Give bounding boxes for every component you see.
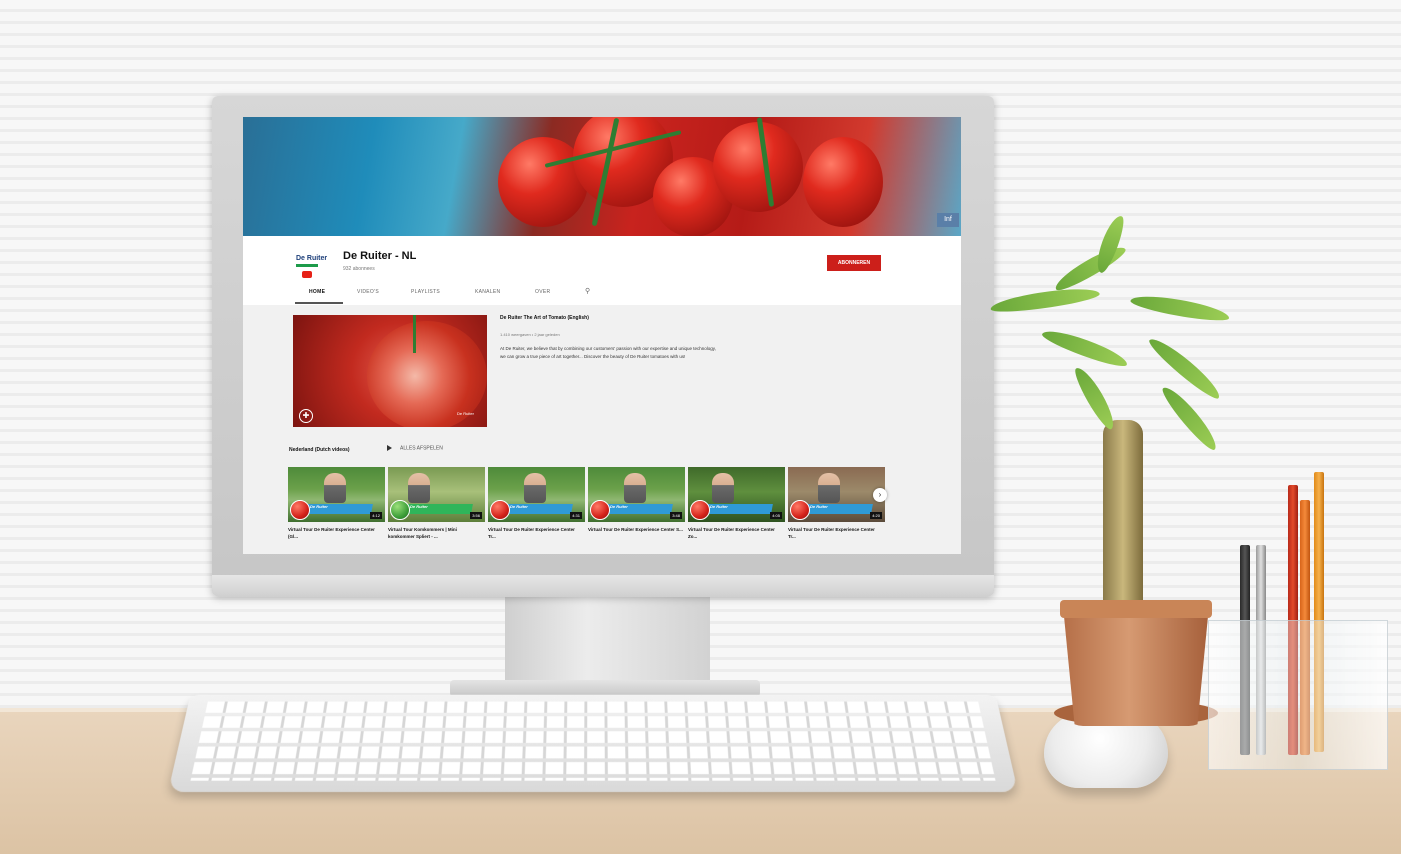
video-duration: 4:31 [570, 512, 582, 519]
thumbnail-strip-text: De Ruiter [410, 504, 428, 509]
youtube-icon [302, 271, 312, 278]
tomato-badge-icon [690, 500, 710, 520]
shelf-title[interactable]: Nederland (Dutch videos) [289, 447, 350, 453]
bayer-logo-icon: ✚ [299, 409, 313, 423]
search-icon[interactable]: ⚲ [585, 286, 590, 304]
thumbnail-strip-text: De Ruiter [810, 504, 828, 509]
presenter-image [624, 473, 646, 503]
video-thumbnail[interactable]: De Ruiter 3:56 [388, 467, 485, 522]
plant-leaf [1145, 333, 1224, 403]
tomato-badge-icon [290, 500, 310, 520]
thumbnail-watermark: De Ruiter [457, 411, 474, 416]
video-title[interactable]: Virtual Tour De Ruiter Experience Center… [688, 526, 783, 540]
video-duration: 4:12 [370, 512, 382, 519]
thumbnail-strip-text: De Ruiter [510, 504, 528, 509]
video-title[interactable]: Virtual Tour Komkommers | Mini komkommer… [388, 526, 483, 540]
plant-leaf [1129, 291, 1230, 324]
subscribe-button[interactable]: ABONNEREN [827, 255, 881, 271]
video-title[interactable]: Virtual Tour De Ruiter Experience Center… [788, 526, 883, 540]
plant-trunk [1103, 420, 1143, 608]
featured-video-description: At De Ruiter, we believe that by combini… [500, 345, 720, 361]
monitor-stand-neck [505, 596, 710, 684]
shelf-next-arrow-icon[interactable]: › [873, 488, 887, 502]
monitor-chin [212, 575, 994, 597]
tomato-badge-icon [390, 500, 410, 520]
video-title[interactable]: Virtual Tour De Ruiter Experience Center… [488, 526, 583, 540]
plant-pot [1063, 606, 1209, 726]
tab-videos[interactable]: VIDEO'S [357, 286, 379, 304]
banner-tomato [803, 137, 883, 227]
plant-leaf [1040, 325, 1130, 371]
video-thumbnail[interactable]: De Ruiter 4:05 [688, 467, 785, 522]
tab-channels[interactable]: KANALEN [475, 286, 500, 304]
plant-leaf [989, 284, 1100, 315]
plant-leaf [1092, 213, 1128, 275]
play-icon [387, 445, 392, 451]
keyboard-keys [190, 702, 995, 781]
channel-header: De Ruiter De Ruiter - NL 932 abonnees [243, 236, 961, 306]
video-card[interactable]: De Ruiter 4:20 Virtual Tour De Ruiter Ex… [788, 467, 885, 537]
tomato-badge-icon [790, 500, 810, 520]
logo-bar [296, 264, 318, 267]
presenter-image [324, 473, 346, 503]
tab-playlists[interactable]: PLAYLISTS [411, 286, 440, 304]
tab-about[interactable]: OVER [535, 286, 550, 304]
video-card[interactable]: De Ruiter 3:48 Virtual Tour De Ruiter Ex… [588, 467, 685, 537]
video-thumbnail[interactable]: De Ruiter 3:48 [588, 467, 685, 522]
video-thumbnail[interactable]: De Ruiter 4:20 [788, 467, 885, 522]
featured-video-meta: 1.410 weergaven • 2 jaar geleden [500, 332, 560, 337]
video-title[interactable]: Virtual Tour De Ruiter Experience Center… [288, 526, 383, 540]
video-card[interactable]: De Ruiter 4:31 Virtual Tour De Ruiter Ex… [488, 467, 585, 537]
video-title[interactable]: Virtual Tour De Ruiter Experience Center… [588, 526, 683, 533]
tomato-stem [413, 315, 416, 353]
video-card[interactable]: De Ruiter 4:12 Virtual Tour De Ruiter Ex… [288, 467, 385, 537]
channel-logo[interactable]: De Ruiter [296, 249, 318, 277]
presenter-image [712, 473, 734, 503]
thumbnail-strip-text: De Ruiter [710, 504, 728, 509]
video-thumbnail[interactable]: De Ruiter 4:12 [288, 467, 385, 522]
play-all-button[interactable]: ALLES AFSPELEN [387, 445, 443, 451]
video-duration: 4:05 [770, 512, 782, 519]
keyboard [168, 695, 1018, 792]
thumbnail-strip-text: De Ruiter [610, 504, 628, 509]
presenter-image [524, 473, 546, 503]
featured-video-thumbnail[interactable]: ✚ De Ruiter [293, 315, 487, 427]
video-duration: 4:20 [870, 512, 882, 519]
screen: Inf De Ruiter De Ruiter - NL 932 abonnee… [243, 117, 961, 554]
featured-video-title[interactable]: De Ruiter The Art of Tomato (English) [500, 315, 589, 321]
video-duration: 3:48 [670, 512, 682, 519]
presenter-image [408, 473, 430, 503]
plant-pot-rim [1060, 600, 1212, 618]
play-all-label: ALLES AFSPELEN [400, 445, 443, 451]
tomato-badge-icon [490, 500, 510, 520]
active-tab-underline [295, 302, 343, 304]
channel-banner: Inf [243, 117, 961, 236]
video-card[interactable]: De Ruiter 3:56 Virtual Tour Komkommers |… [388, 467, 485, 537]
logo-text: De Ruiter [296, 255, 327, 262]
banner-tomato [713, 122, 803, 212]
video-duration: 3:56 [470, 512, 482, 519]
channel-content: ✚ De Ruiter De Ruiter The Art of Tomato … [243, 305, 961, 554]
plant-leaf [1051, 241, 1128, 295]
tomato-badge-icon [590, 500, 610, 520]
pencil-holder [1208, 620, 1388, 770]
subscriber-count: 932 abonnees [343, 266, 375, 272]
thumbnail-strip-text: De Ruiter [310, 504, 328, 509]
video-card[interactable]: De Ruiter 4:05 Virtual Tour De Ruiter Ex… [688, 467, 785, 537]
plant-leaf [1071, 364, 1120, 433]
channel-name: De Ruiter - NL [343, 250, 416, 262]
banner-info-chip[interactable]: Inf [937, 213, 959, 227]
video-thumbnail[interactable]: De Ruiter 4:31 [488, 467, 585, 522]
presenter-image [818, 473, 840, 503]
